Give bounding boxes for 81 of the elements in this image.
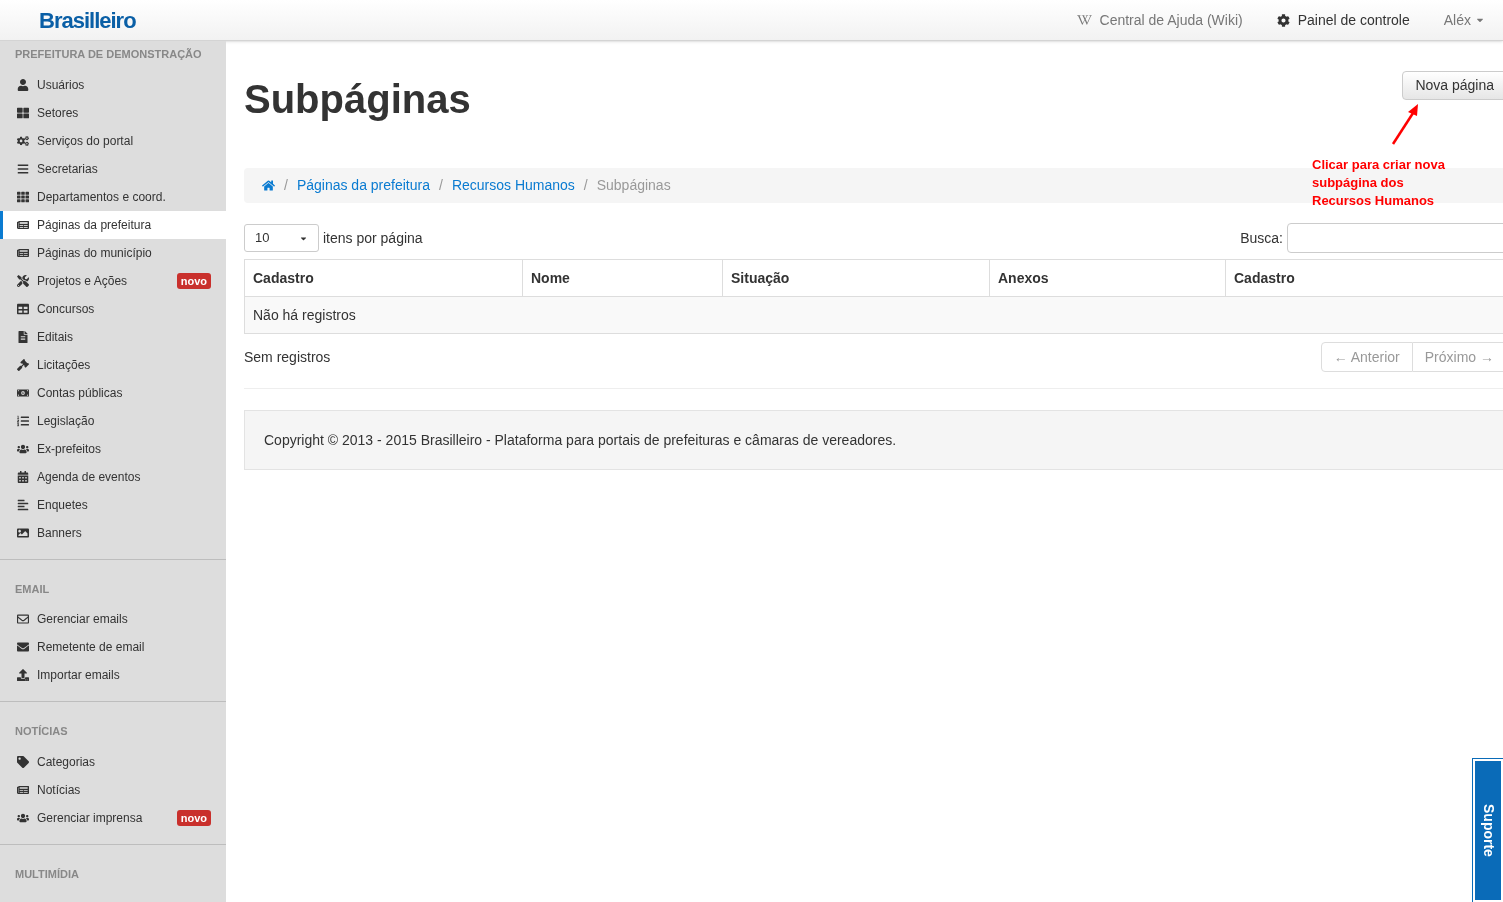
control-panel-link[interactable]: Painel de controle [1276,9,1410,31]
users-icon [17,811,29,824]
newspaper-icon [17,218,29,231]
section-heading: PREFEITURA DE DEMONSTRAÇÃO [14,47,203,62]
per-page-select[interactable]: 10 [244,224,319,252]
section-heading: EMAIL [14,581,51,597]
sidebar-item[interactable]: Enquetes [0,490,226,519]
sidebar-item[interactable]: Categorias [0,747,226,776]
breadcrumb-separator: / [284,176,288,195]
sidebar-item[interactable]: Páginas da prefeitura [0,210,226,239]
sidebar-item[interactable]: Importar emails [0,661,226,689]
sidebar-item[interactable]: Usuários [0,70,226,99]
sidebar-item[interactable]: Licitações [0,350,226,379]
grid-icon [17,106,29,119]
sidebar-item[interactable]: Agenda de eventos [0,462,226,491]
envelope-icon [17,613,29,625]
sidebar-item[interactable]: Gerenciar imprensa novo [0,803,226,832]
sidebar-item[interactable]: Projetos e Ações novo [0,266,226,295]
sidebar-item[interactable]: Editais [0,322,226,351]
sidebar-item[interactable]: Páginas do município [0,238,226,267]
breadcrumb-separator: / [583,176,588,195]
logo[interactable]: Brasilleiro [39,3,136,37]
table-cell: Não há registros [244,296,1503,334]
gavel-icon [17,358,29,371]
tools-icon [17,274,29,287]
sidebar-item[interactable]: Secretarias [0,154,226,183]
settings-icon [1276,13,1290,27]
newspaper-icon [17,783,29,796]
per-page-label: itens por página [323,228,423,248]
sidebar-item[interactable]: Departamentos e coord. [0,182,226,211]
search-label: Busca: [1240,228,1283,248]
newspaper-icon [17,246,29,259]
column-header[interactable]: Cadastro [244,259,523,297]
money-icon [17,386,29,399]
home-icon[interactable] [262,179,275,192]
page-title: Subpáginas [244,79,471,119]
copyright-text: Copyright © 2013 - 2015 Brasilleiro - Plataforma para portais de prefeituras e câmaras de vereadores. [264,430,897,450]
support-tab[interactable]: Suporte [1473,759,1503,902]
breadcrumb-link[interactable]: Recursos Humanos [451,175,575,196]
calendar-icon [17,470,29,483]
help-link[interactable]: Central de Ajuda (Wiki) [1076,9,1243,31]
list-lines-icon [17,498,29,511]
image-icon [17,526,29,539]
breadcrumb-separator: / [439,176,443,195]
gears-icon [17,134,29,147]
annotation-text: Clicar para criar nova subpágina dos Recursos Humanos [1312,156,1446,210]
user-icon [17,78,29,91]
column-header[interactable]: Cadastro [1225,259,1503,297]
menu-icon [17,162,29,175]
sidebar-item[interactable]: Contas públicas [0,378,226,407]
document-icon [17,330,29,343]
breadcrumb-current: Subpáginas [596,176,671,195]
dots-grid-icon [17,190,29,203]
user-menu[interactable]: Aléx [1443,9,1485,31]
upload-icon [17,669,29,681]
users-icon [17,442,29,455]
sidebar-item[interactable]: Ex-prefeitos [0,434,226,463]
section-heading: NOTÍCIAS [14,724,69,739]
new-badge: novo [176,272,211,289]
records-info: Sem registros [244,347,331,367]
wiki-icon [1076,14,1092,26]
envelope-icon [17,641,29,653]
table-icon [17,302,29,315]
sidebar-item[interactable]: Setores [0,98,226,127]
section-heading: MULTIMÍDIA [14,866,80,882]
search-field[interactable] [1287,223,1503,253]
sidebar-item[interactable]: Notícias [0,775,226,804]
new-badge: novo [176,809,211,826]
list-icon [17,414,29,427]
breadcrumb-link[interactable]: Páginas da prefeitura [296,175,430,196]
tag-icon [17,755,29,768]
sidebar-item[interactable]: Legislação [0,406,226,435]
sidebar-item[interactable]: Remetente de email [0,633,226,661]
column-header[interactable]: Situação [722,259,990,297]
sidebar-item[interactable]: Gerenciar emails [0,605,226,633]
sidebar-item[interactable]: Banners [0,518,226,547]
new-page-button[interactable]: Nova página [1402,71,1503,100]
column-header[interactable]: Anexos [989,259,1226,297]
sidebar-item[interactable]: Serviços do portal [0,126,226,155]
column-header[interactable]: Nome [522,259,723,297]
sidebar-item[interactable]: Concursos [0,294,226,323]
